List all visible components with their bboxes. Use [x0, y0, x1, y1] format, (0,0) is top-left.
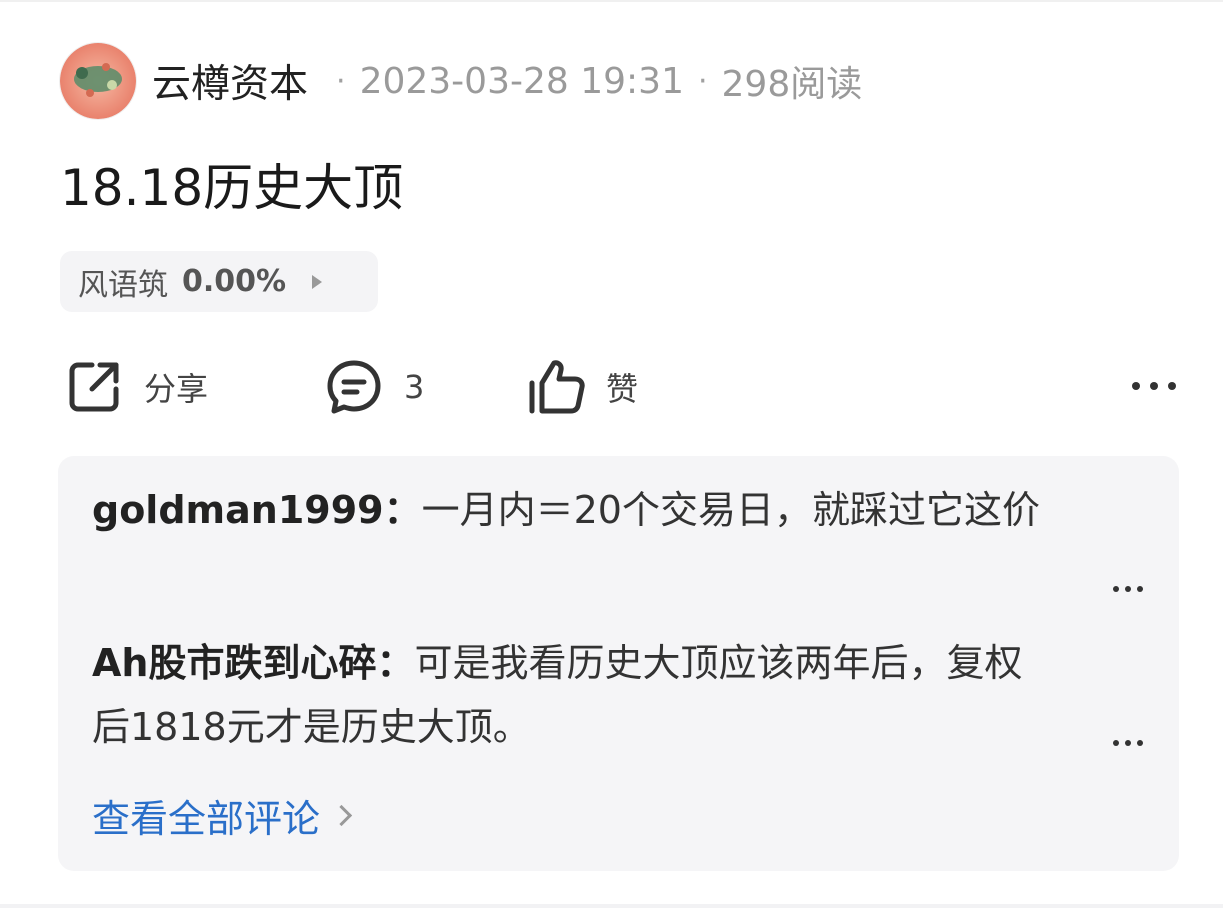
more-dots-icon[interactable] — [1128, 371, 1180, 401]
play-arrow-icon — [312, 274, 323, 289]
stock-name: 风语筑 — [78, 267, 168, 303]
author-header: 云樽资本 · 2023-03-28 19:31 · 298阅读 — [60, 42, 862, 120]
share-label: 分享 — [144, 370, 209, 408]
share-button[interactable]: 分享 — [64, 355, 208, 419]
comment-count: 3 — [404, 368, 425, 406]
comment-text: 一月内＝20个交易日，就踩过它这价 — [421, 488, 1040, 532]
action-bar: 分享 3 赞 — [60, 355, 1180, 419]
post-title[interactable]: 18.18历史大顶 — [60, 148, 403, 220]
bottom-divider — [0, 904, 1223, 908]
top-divider — [0, 0, 1223, 2]
like-label: 赞 — [606, 370, 639, 408]
view-all-comments-link[interactable]: 查看全部评论 — [92, 783, 353, 847]
comment-author[interactable]: goldman1999： — [92, 488, 422, 532]
thumbs-up-icon — [526, 357, 586, 417]
comments-card: goldman1999：一月内＝20个交易日，就踩过它这价 Ah股市跌到心碎：可… — [58, 456, 1179, 871]
author-name[interactable]: 云樽资本 — [152, 53, 308, 109]
comment-item[interactable]: goldman1999：一月内＝20个交易日，就踩过它这价 — [92, 478, 1092, 542]
comment-bubble-icon — [324, 357, 384, 417]
share-icon — [64, 357, 124, 417]
stock-change: 0.00% — [182, 264, 287, 299]
comment-author[interactable]: Ah股市跌到心碎： — [92, 641, 414, 685]
separator-dot: · — [336, 63, 346, 99]
comment-item[interactable]: Ah股市跌到心碎：可是我看历史大顶应该两年后，复权后1818元才是历史大顶。 — [92, 631, 1052, 759]
stock-chip[interactable]: 风语筑 0.00% — [60, 251, 378, 312]
like-button[interactable]: 赞 — [526, 355, 638, 419]
chevron-right-icon — [330, 804, 353, 826]
read-count: 298阅读 — [721, 64, 863, 105]
comment-more-icon[interactable] — [1111, 584, 1145, 594]
separator-dot: · — [697, 63, 708, 99]
avatar[interactable] — [60, 43, 136, 119]
view-all-label: 查看全部评论 — [92, 796, 321, 841]
comment-more-icon[interactable] — [1111, 738, 1145, 748]
post-datetime: 2023-03-28 19:31 — [359, 60, 684, 102]
post-meta: · 2023-03-28 19:31 · 298阅读 — [322, 55, 862, 107]
comment-button[interactable]: 3 — [324, 355, 424, 419]
